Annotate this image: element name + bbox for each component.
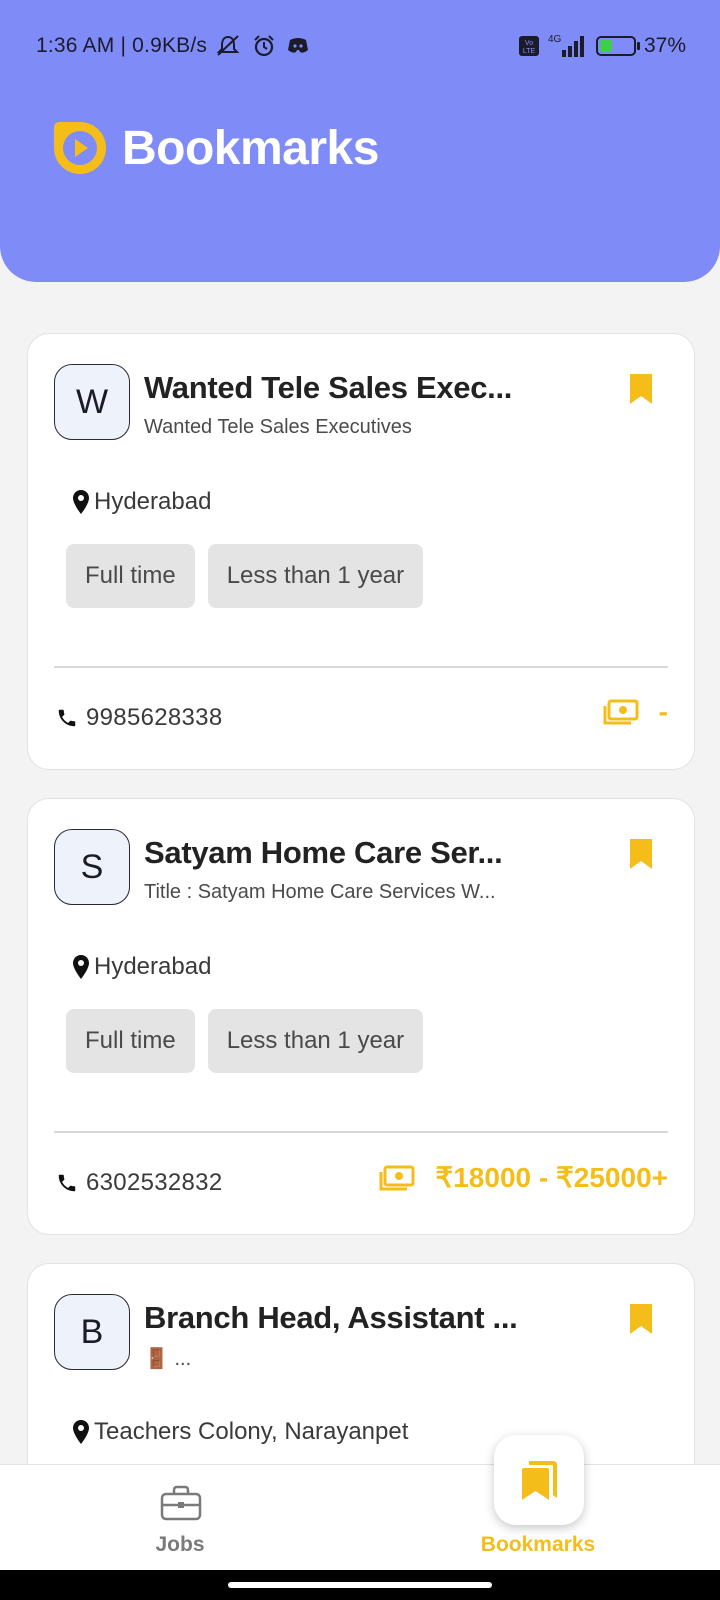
- nav-jobs[interactable]: Jobs: [60, 1465, 300, 1571]
- company-avatar: S: [54, 829, 130, 905]
- bookmark-icon[interactable]: [628, 372, 654, 406]
- svg-text:LTE: LTE: [523, 48, 536, 55]
- job-phone[interactable]: 9985628338: [56, 704, 222, 732]
- nav-bookmarks-label: Bookmarks: [480, 1533, 596, 1556]
- phone-icon: [58, 709, 76, 727]
- gesture-bar: [0, 1570, 720, 1600]
- job-subtitle: 🚪 ...: [144, 1348, 192, 1370]
- status-bar: 1:36 AM | 0.9KB/s Vo LTE 4G 37%: [36, 30, 686, 62]
- location-text: Hyderabad: [94, 953, 212, 980]
- company-avatar: W: [54, 364, 130, 440]
- job-type-tag: Full time: [66, 544, 195, 608]
- location-pin-icon: [73, 1420, 89, 1444]
- briefcase-icon: [160, 1485, 202, 1521]
- card-divider: [54, 1131, 668, 1133]
- brand: Bookmarks: [50, 118, 379, 178]
- experience-tag: Less than 1 year: [207, 1009, 424, 1073]
- battery-icon: [595, 36, 640, 56]
- location-text: Teachers Colony, Narayanpet: [94, 1418, 409, 1445]
- job-subtitle: Title : Satyam Home Care Services W...: [144, 881, 496, 903]
- svg-text:4G: 4G: [548, 34, 562, 45]
- bottom-nav: Jobs Bookmarks: [0, 1464, 720, 1570]
- job-title: Wanted Tele Sales Exec...: [144, 370, 513, 405]
- location-pin-icon: [73, 490, 89, 514]
- mute-icon: [216, 35, 240, 56]
- job-salary: -: [603, 696, 668, 728]
- job-type-tag: Full time: [66, 1009, 195, 1073]
- alarm-icon: [254, 35, 274, 57]
- location-text: Hyderabad: [94, 488, 212, 515]
- app-logo-icon: [54, 122, 106, 174]
- card-divider: [54, 666, 668, 668]
- phone-number: 9985628338: [86, 704, 223, 731]
- page-title: Bookmarks: [122, 121, 379, 175]
- battery-percent: 37%: [643, 34, 686, 57]
- money-icon: [603, 699, 639, 725]
- signal-4g-icon: 4G: [548, 34, 584, 57]
- phone-number: 6302532832: [86, 1169, 223, 1196]
- app-header: 1:36 AM | 0.9KB/s Vo LTE 4G 37% Bookmarks: [0, 0, 720, 282]
- company-avatar: B: [54, 1294, 130, 1370]
- job-location: Hyderabad: [72, 953, 211, 981]
- salary-text: ₹18000 - ₹25000+: [435, 1162, 668, 1193]
- job-location: Teachers Colony, Narayanpet: [72, 1418, 408, 1446]
- job-card[interactable]: S Satyam Home Care Ser... Title : Satyam…: [27, 798, 695, 1235]
- bookmark-icon[interactable]: [628, 1302, 654, 1336]
- salary-text: -: [658, 696, 668, 727]
- bookmark-icon[interactable]: [628, 837, 654, 871]
- job-title: Branch Head, Assistant ...: [144, 1300, 518, 1335]
- job-phone[interactable]: 6302532832: [56, 1169, 222, 1197]
- job-card[interactable]: W Wanted Tele Sales Exec... Wanted Tele …: [27, 333, 695, 770]
- phone-icon: [58, 1174, 76, 1192]
- job-salary: ₹18000 - ₹25000+: [379, 1161, 668, 1194]
- location-pin-icon: [73, 955, 89, 979]
- job-tags: Full time Less than 1 year: [66, 1009, 424, 1073]
- volte-icon: VoLTE: [518, 36, 539, 56]
- job-tags: Full time Less than 1 year: [66, 544, 424, 608]
- bookmarks-nav-button[interactable]: [494, 1435, 584, 1525]
- job-location: Hyderabad: [72, 488, 211, 516]
- money-icon: [379, 1165, 415, 1190]
- discord-icon: [288, 38, 309, 53]
- experience-tag: Less than 1 year: [207, 544, 424, 608]
- job-subtitle: Wanted Tele Sales Executives: [144, 416, 412, 438]
- nav-jobs-label: Jobs: [155, 1533, 205, 1556]
- job-list: W Wanted Tele Sales Exec... Wanted Tele …: [27, 333, 695, 1591]
- bookmarks-icon: [522, 1461, 557, 1500]
- svg-text:Vo: Vo: [525, 40, 533, 47]
- status-time: 1:36 AM | 0.9KB/s: [36, 34, 208, 57]
- home-indicator[interactable]: [228, 1582, 492, 1588]
- job-title: Satyam Home Care Ser...: [144, 835, 503, 870]
